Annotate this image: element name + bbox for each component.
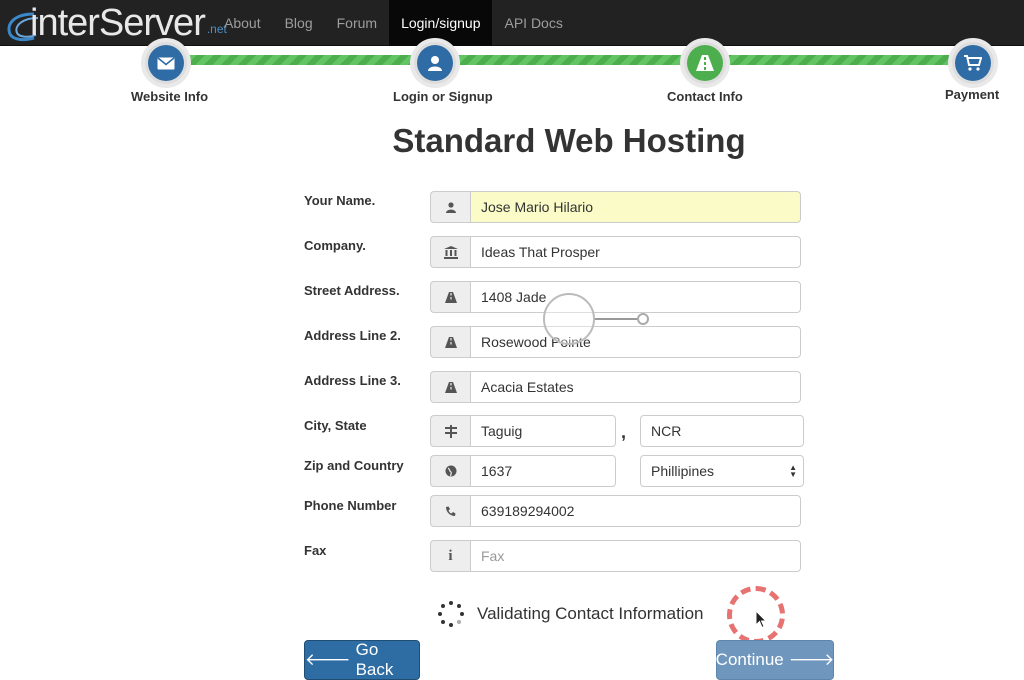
page-title: Standard Web Hosting bbox=[392, 122, 746, 159]
phone-icon bbox=[430, 495, 470, 527]
step-website-info[interactable] bbox=[141, 38, 191, 88]
fax-input-group: i Fax bbox=[430, 540, 801, 572]
city-state-separator: , bbox=[621, 422, 627, 442]
step-login-signup[interactable] bbox=[410, 38, 460, 88]
zip-input-group: 1637 bbox=[430, 455, 616, 487]
name-input-group: Jose Mario Hilario bbox=[430, 191, 801, 223]
signpost-icon bbox=[430, 415, 470, 447]
step-label-website-info: Website Info bbox=[131, 89, 209, 104]
step-label-login-signup: Login or Signup bbox=[393, 89, 493, 104]
phone-input-group: 639189294002 bbox=[430, 495, 801, 527]
country-selected-value: Phillipines bbox=[651, 463, 715, 479]
address3-label: Address Line 3. bbox=[304, 373, 401, 388]
go-back-label: Go Back bbox=[355, 640, 394, 679]
road-icon bbox=[430, 371, 470, 403]
name-field[interactable]: Jose Mario Hilario bbox=[470, 191, 801, 223]
step-payment[interactable] bbox=[948, 38, 998, 88]
continue-label: Continue bbox=[715, 650, 784, 669]
road-icon bbox=[430, 326, 470, 358]
logo-text: interServer bbox=[30, 2, 206, 44]
top-navbar: interServer .net About Blog Forum Login/… bbox=[0, 0, 1024, 46]
city-state-label: City, State bbox=[304, 418, 367, 433]
address3-field[interactable]: Acacia Estates bbox=[470, 371, 801, 403]
step-contact-info[interactable] bbox=[680, 38, 730, 88]
nav-about[interactable]: About bbox=[212, 0, 273, 46]
phone-field[interactable]: 639189294002 bbox=[470, 495, 801, 527]
city-field[interactable]: Taguig bbox=[470, 415, 616, 447]
nav-forum[interactable]: Forum bbox=[325, 0, 389, 46]
street-input-group: 1408 Jade bbox=[430, 281, 801, 313]
globe-icon bbox=[430, 455, 470, 487]
zip-field[interactable]: 1637 bbox=[470, 455, 616, 487]
company-label: Company. bbox=[304, 238, 366, 253]
street-field[interactable]: 1408 Jade bbox=[470, 281, 801, 313]
validation-status: Validating Contact Information bbox=[438, 600, 703, 628]
company-input-group: Ideas That Prosper bbox=[430, 236, 801, 268]
road-icon bbox=[687, 45, 723, 81]
step-label-payment: Payment bbox=[945, 87, 1000, 102]
continue-button[interactable]: Continue 🡒 bbox=[716, 640, 834, 680]
street-label: Street Address. bbox=[304, 283, 400, 298]
address2-label: Address Line 2. bbox=[304, 328, 401, 343]
mouse-pointer-icon bbox=[755, 610, 768, 629]
bank-icon bbox=[430, 236, 470, 268]
fax-field[interactable]: Fax bbox=[470, 540, 801, 572]
state-field[interactable]: NCR bbox=[640, 415, 804, 447]
company-field[interactable]: Ideas That Prosper bbox=[470, 236, 801, 268]
road-icon bbox=[430, 281, 470, 313]
nav-menu: About Blog Forum Login/signup API Docs bbox=[212, 0, 575, 46]
address2-field[interactable]: Rosewood Pointe bbox=[470, 326, 801, 358]
user-icon bbox=[430, 191, 470, 223]
click-indicator-dot bbox=[637, 313, 649, 325]
country-select[interactable]: Phillipines ▲ ▼ bbox=[640, 455, 804, 487]
info-icon: i bbox=[430, 540, 470, 572]
progress-bar bbox=[180, 55, 980, 65]
cart-icon bbox=[955, 45, 991, 81]
fax-label: Fax bbox=[304, 543, 327, 558]
arrow-left-icon: 🡐 bbox=[305, 650, 351, 669]
site-logo[interactable]: interServer .net bbox=[4, 4, 227, 42]
nav-api-docs[interactable]: API Docs bbox=[492, 0, 574, 46]
address2-input-group: Rosewood Pointe bbox=[430, 326, 801, 358]
loading-spinner-icon bbox=[438, 601, 464, 627]
city-input-group: Taguig bbox=[430, 415, 616, 447]
zip-country-label: Zip and Country bbox=[304, 458, 404, 473]
nav-blog[interactable]: Blog bbox=[273, 0, 325, 46]
click-indicator-line bbox=[595, 318, 637, 320]
address3-input-group: Acacia Estates bbox=[430, 371, 801, 403]
go-back-button[interactable]: 🡐 Go Back bbox=[304, 640, 420, 680]
user-icon bbox=[417, 45, 453, 81]
phone-label: Phone Number bbox=[304, 498, 397, 513]
click-indicator-ring bbox=[543, 293, 595, 345]
arrow-right-icon: 🡒 bbox=[788, 650, 835, 669]
validation-status-text: Validating Contact Information bbox=[477, 604, 704, 623]
select-arrows-icon: ▲ ▼ bbox=[789, 463, 797, 479]
step-label-contact-info: Contact Info bbox=[667, 89, 743, 104]
name-label: Your Name. bbox=[304, 193, 376, 208]
envelope-icon bbox=[148, 45, 184, 81]
